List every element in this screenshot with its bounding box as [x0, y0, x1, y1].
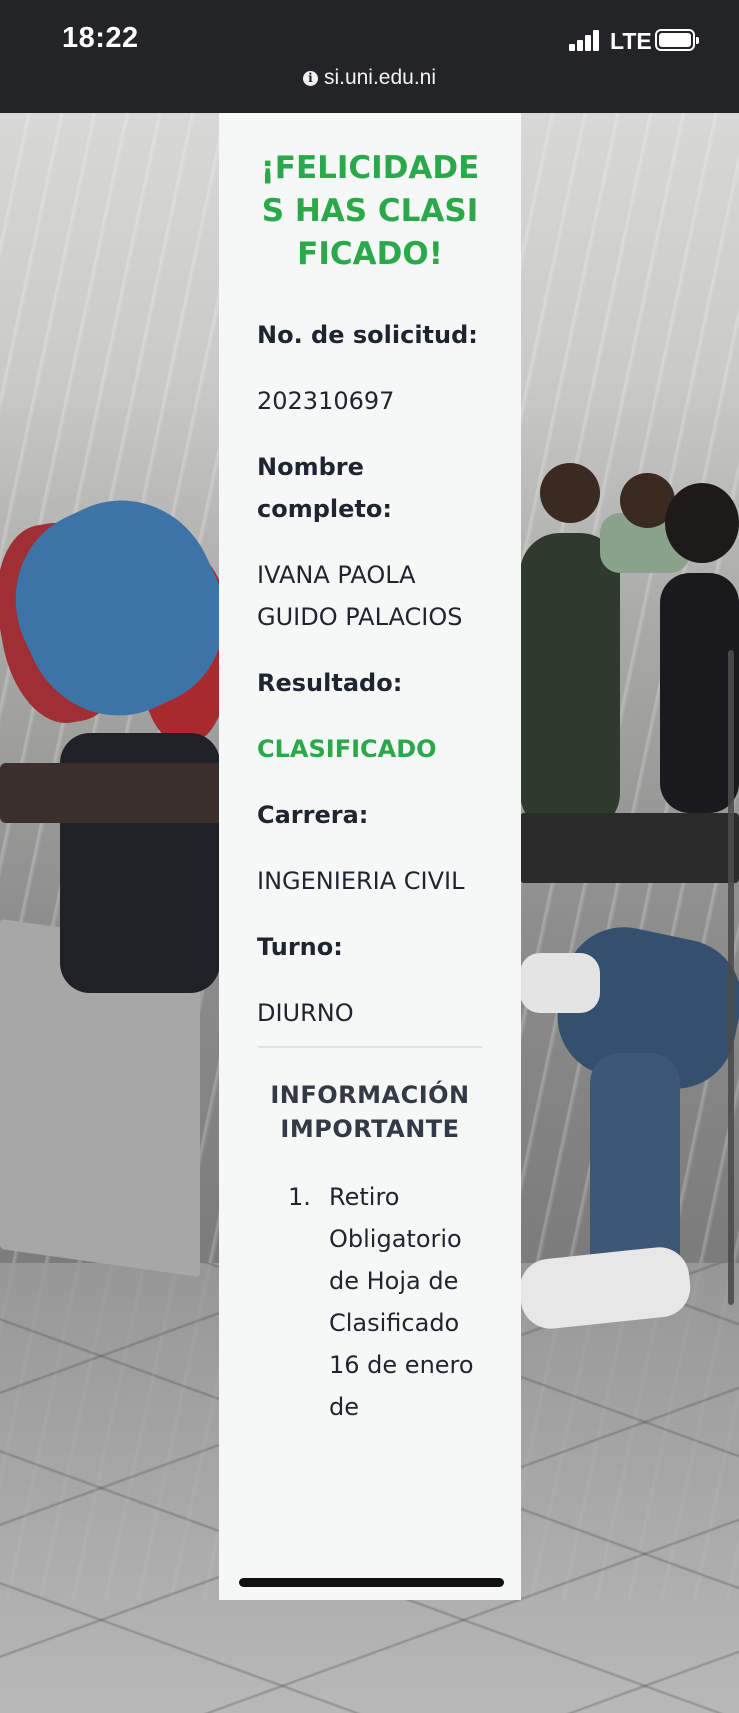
result-label: Resultado: [257, 669, 403, 697]
address-bar[interactable]: i si.uni.edu.ni [0, 66, 739, 90]
career-label: Carrera: [257, 801, 369, 829]
full-name-label: Nombre completo: [257, 453, 392, 523]
home-indicator[interactable] [239, 1578, 504, 1587]
student-shape [520, 953, 600, 1013]
request-number-value: 202310697 [257, 387, 395, 415]
network-type: LTE [610, 28, 652, 54]
student-shape [540, 463, 600, 523]
desk-shape [520, 813, 739, 883]
list-item-text: Retiro Obligatorio de Hoja de Clasificad… [329, 1183, 474, 1421]
desk-shape [0, 763, 230, 823]
info-icon[interactable]: i [302, 71, 318, 86]
page-scrollbar[interactable] [728, 650, 734, 1305]
career-value: INGENIERIA CIVIL [257, 867, 465, 895]
battery-icon [655, 29, 699, 51]
list-item: 1. Retiro Obligatorio de Hoja de Clasifi… [257, 1176, 483, 1428]
student-shape [520, 533, 620, 833]
url-text: si.uni.edu.ni [323, 66, 437, 89]
result-card-content: ¡FELICIDADES HAS CLASIFICADO! No. de sol… [257, 147, 483, 1428]
important-info-list: 1. Retiro Obligatorio de Hoja de Clasifi… [257, 1176, 483, 1428]
list-item-number: 1. [288, 1183, 311, 1211]
congratulations-heading: ¡FELICIDADES HAS CLASIFICADO! [260, 150, 480, 272]
request-number-label: No. de solicitud: [257, 321, 478, 349]
divider [258, 1046, 482, 1048]
student-shape [665, 483, 739, 563]
full-name-value: IVANA PAOLA GUIDO PALACIOS [257, 561, 463, 631]
important-info-title: INFORMACIÓN IMPORTANTE [270, 1081, 470, 1143]
shift-label: Turno: [257, 933, 343, 961]
status-time: 18:22 [62, 22, 139, 54]
result-card: ¡FELICIDADES HAS CLASIFICADO! No. de sol… [219, 113, 521, 1600]
browser-top-bar: 18:22 LTE i si.uni.edu.ni [0, 0, 739, 113]
result-value: CLASIFICADO [257, 735, 437, 763]
shift-value: DIURNO [257, 999, 354, 1027]
cellular-signal-icon [569, 30, 601, 51]
